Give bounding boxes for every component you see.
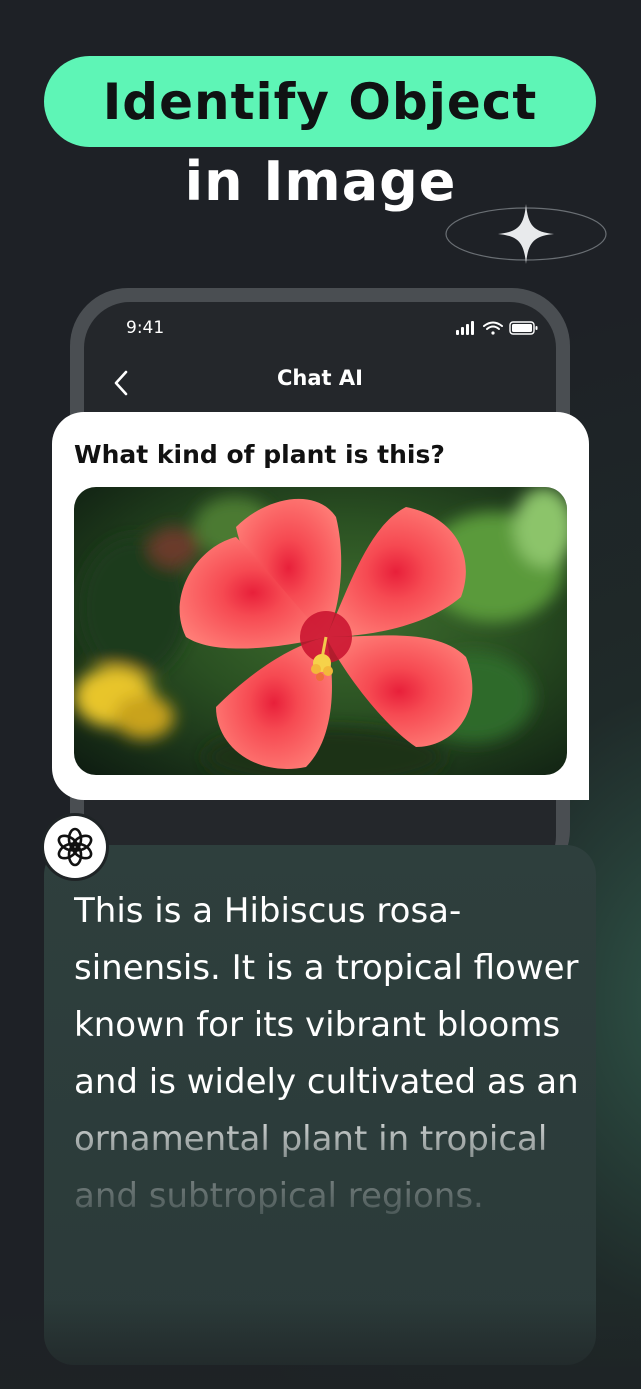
question-bubble: What kind of plant is this? bbox=[52, 412, 589, 800]
question-text: What kind of plant is this? bbox=[74, 440, 445, 469]
battery-icon bbox=[509, 321, 538, 335]
signal-icon bbox=[456, 321, 474, 335]
nav-title: Chat AI bbox=[277, 366, 363, 390]
ai-logo-icon bbox=[44, 816, 106, 878]
sparkle-icon bbox=[445, 204, 607, 264]
answer-bubble: This is a Hibiscus rosa-sinensis. It is … bbox=[44, 845, 596, 1365]
chevron-left-icon[interactable] bbox=[110, 368, 134, 398]
status-time: 9:41 bbox=[126, 318, 165, 338]
status-icons bbox=[456, 321, 538, 335]
hibiscus-flower-photo[interactable] bbox=[74, 487, 567, 775]
answer-text: This is a Hibiscus rosa-sinensis. It is … bbox=[74, 891, 579, 1216]
wifi-icon bbox=[483, 321, 503, 335]
headline-line-1: Identify Object bbox=[102, 72, 538, 131]
headline-pill: Identify Object bbox=[44, 56, 596, 147]
